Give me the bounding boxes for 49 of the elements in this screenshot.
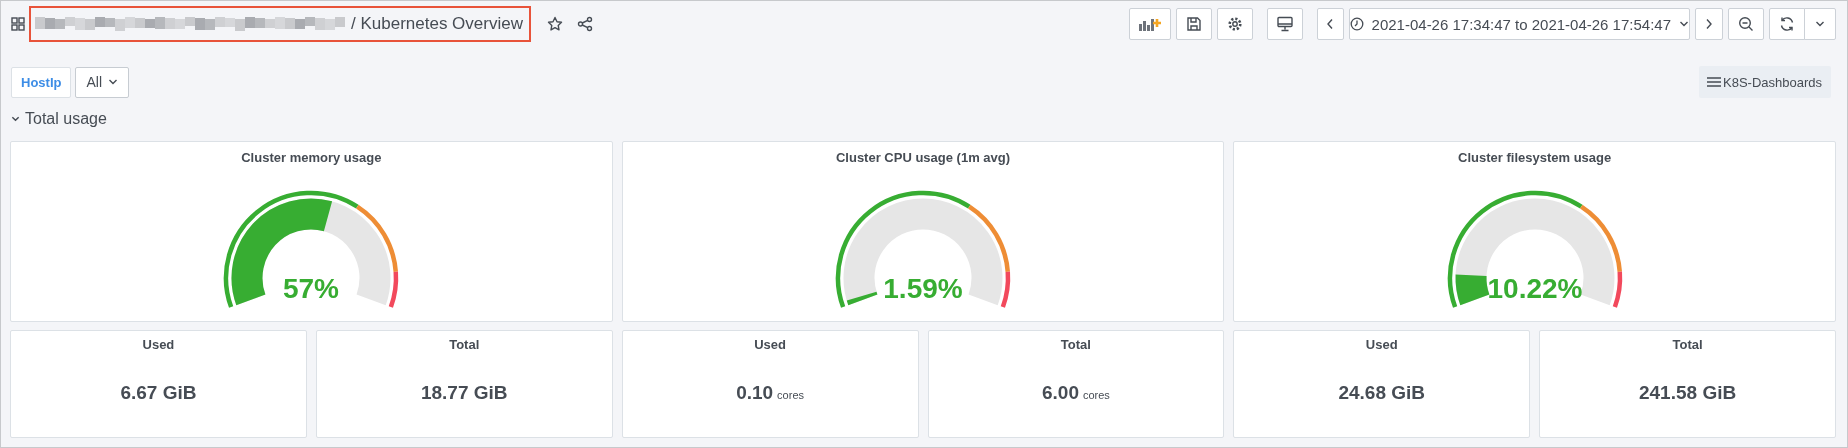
add-panel-button[interactable] (1128, 8, 1171, 40)
panel-title: Cluster memory usage (241, 150, 382, 166)
dashboard-link[interactable]: K8S-Dashboards (1699, 66, 1831, 98)
stat-value: 0.10 cores (736, 382, 804, 404)
zoom-out-button[interactable] (1728, 8, 1764, 40)
stat-value: 241.58 GiB (1639, 382, 1737, 404)
variable-label: HostIp (11, 66, 72, 98)
gauge-fill (1455, 275, 1490, 305)
zoom-out-icon (1738, 16, 1754, 32)
settings-icon (1226, 16, 1243, 32)
settings-button[interactable] (1216, 8, 1253, 40)
gauge-value: 10.22% (1487, 273, 1583, 304)
clock-icon (1349, 17, 1364, 31)
panel-title: Cluster filesystem usage (1458, 150, 1612, 166)
caret-down-icon (108, 78, 118, 86)
panel-title: Total (1060, 337, 1091, 353)
time-range-picker[interactable]: 2021-04-26 17:34:47 to 2021-04-26 17:54:47 (1348, 8, 1690, 40)
variable-dropdown[interactable]: All (75, 66, 129, 98)
gauge-value: 57% (283, 273, 340, 304)
chevron-left-icon (1326, 18, 1335, 30)
chevron-right-icon (1705, 18, 1713, 30)
panel-title: Total (449, 337, 480, 353)
refresh-icon (1779, 16, 1795, 32)
panel-title: Total (1672, 337, 1703, 353)
gauge-value: 1.59% (883, 273, 963, 304)
stat-value: 24.68 GiB (1338, 382, 1426, 404)
panel-title: Used (142, 337, 175, 353)
chevron-icon (11, 115, 20, 123)
menu-icon (1707, 77, 1721, 87)
star-icon (546, 16, 563, 32)
monitor-icon (1275, 16, 1294, 32)
save-button[interactable] (1175, 8, 1212, 40)
bar-chart-plus-icon (1137, 16, 1162, 32)
panel-title: Used (754, 337, 786, 353)
caret-down-icon (1679, 20, 1689, 28)
gauge-fill (846, 291, 878, 305)
stat-value: 6.67 GiB (120, 382, 197, 404)
dashboard-grid-icon[interactable] (11, 17, 25, 31)
refresh-button[interactable] (1769, 8, 1805, 40)
panel-title: Cluster CPU usage (1m avg) (835, 150, 1011, 166)
view-mode-button[interactable] (1266, 8, 1303, 40)
row-toggle[interactable]: Total usage (11, 110, 107, 128)
panel-title: Used (1365, 337, 1398, 353)
stat-value: 18.77 GiB (420, 382, 508, 404)
save-icon (1185, 16, 1202, 32)
share-icon (576, 16, 593, 32)
dashboard-title[interactable]: / Kubernetes Overview (351, 14, 523, 34)
caret-down-icon (1815, 20, 1825, 28)
stat-value: 6.00 cores (1041, 382, 1110, 404)
